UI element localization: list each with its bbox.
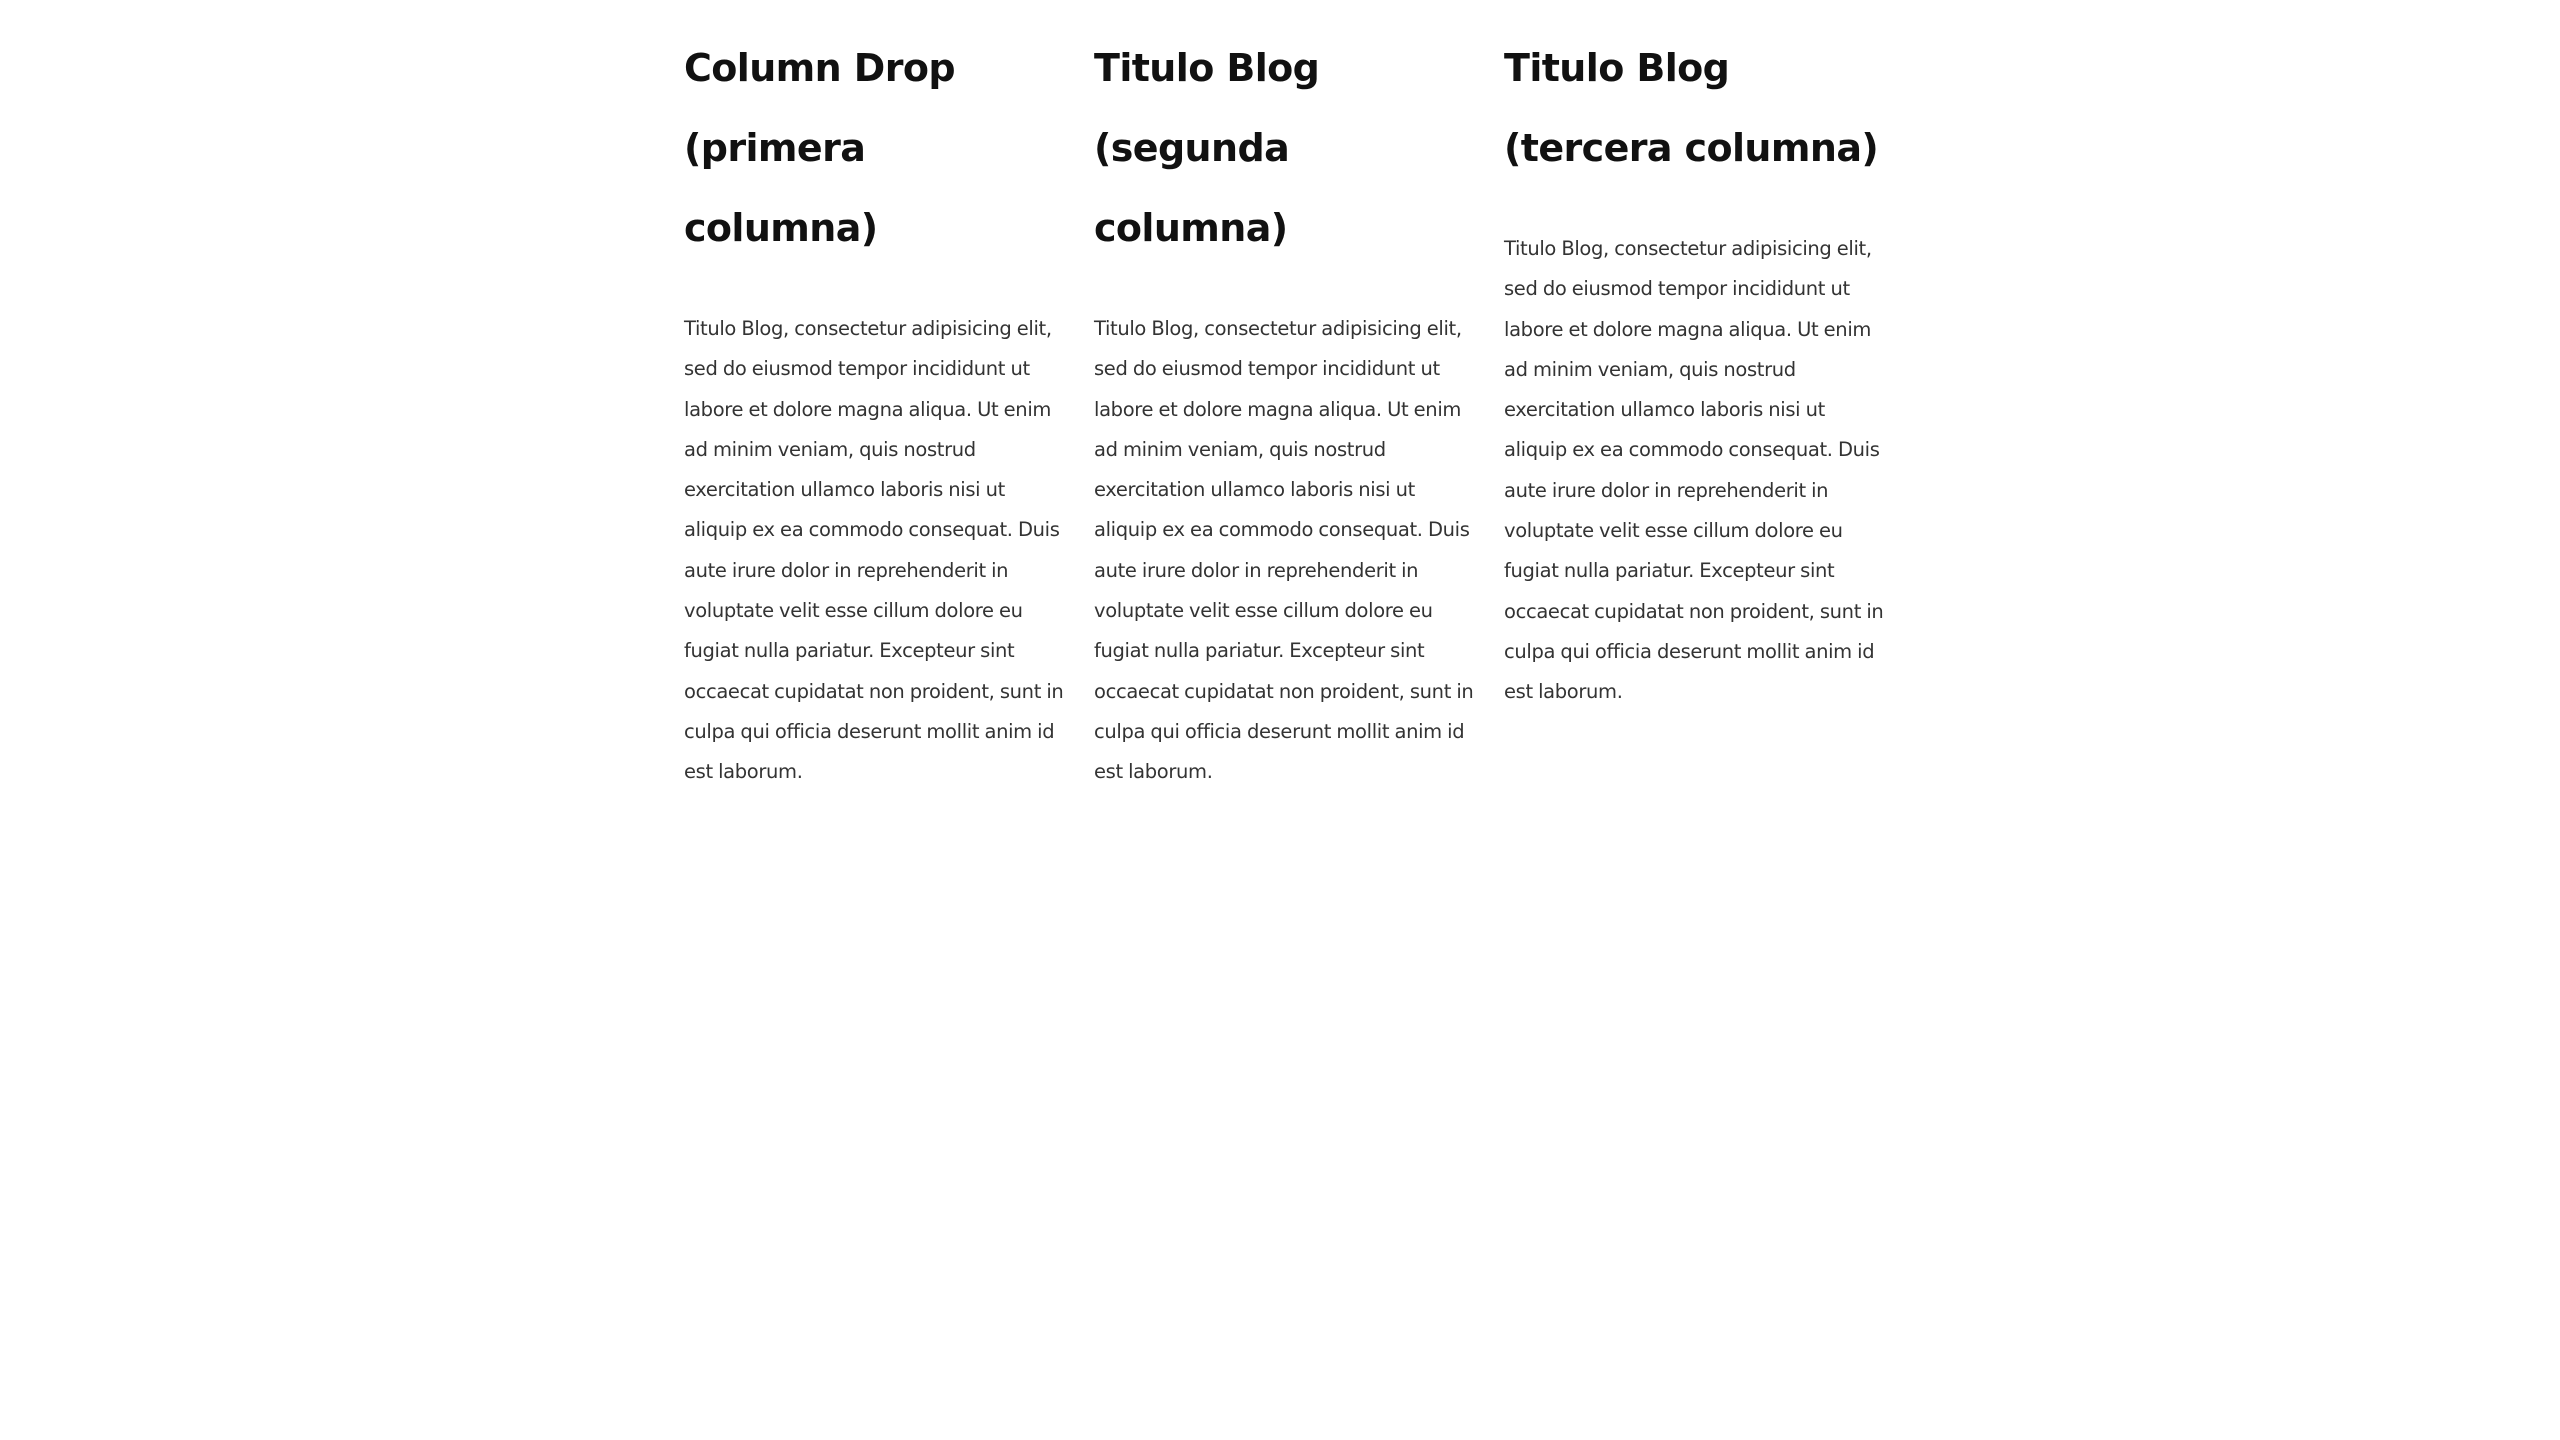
- column-second: Titulo Blog (segunda columna) Titulo Blo…: [1094, 28, 1477, 793]
- column-drop-layout: Column Drop (primera columna) Titulo Blo…: [684, 28, 1888, 793]
- page: Column Drop (primera columna) Titulo Blo…: [0, 0, 2560, 1440]
- column-body-text: Titulo Blog, consectetur adipisicing eli…: [1504, 237, 1884, 704]
- column-title: Titulo Blog (tercera columna): [1504, 46, 1879, 170]
- column-body-text: Titulo Blog, consectetur adipisicing eli…: [684, 317, 1064, 784]
- column-title: Column Drop (primera columna): [684, 46, 956, 250]
- column-first: Column Drop (primera columna) Titulo Blo…: [684, 28, 1067, 793]
- column-third: Titulo Blog (tercera columna) Titulo Blo…: [1504, 28, 1887, 793]
- column-title: Titulo Blog (segunda columna): [1094, 46, 1320, 250]
- column-body-text: Titulo Blog, consectetur adipisicing eli…: [1094, 317, 1474, 784]
